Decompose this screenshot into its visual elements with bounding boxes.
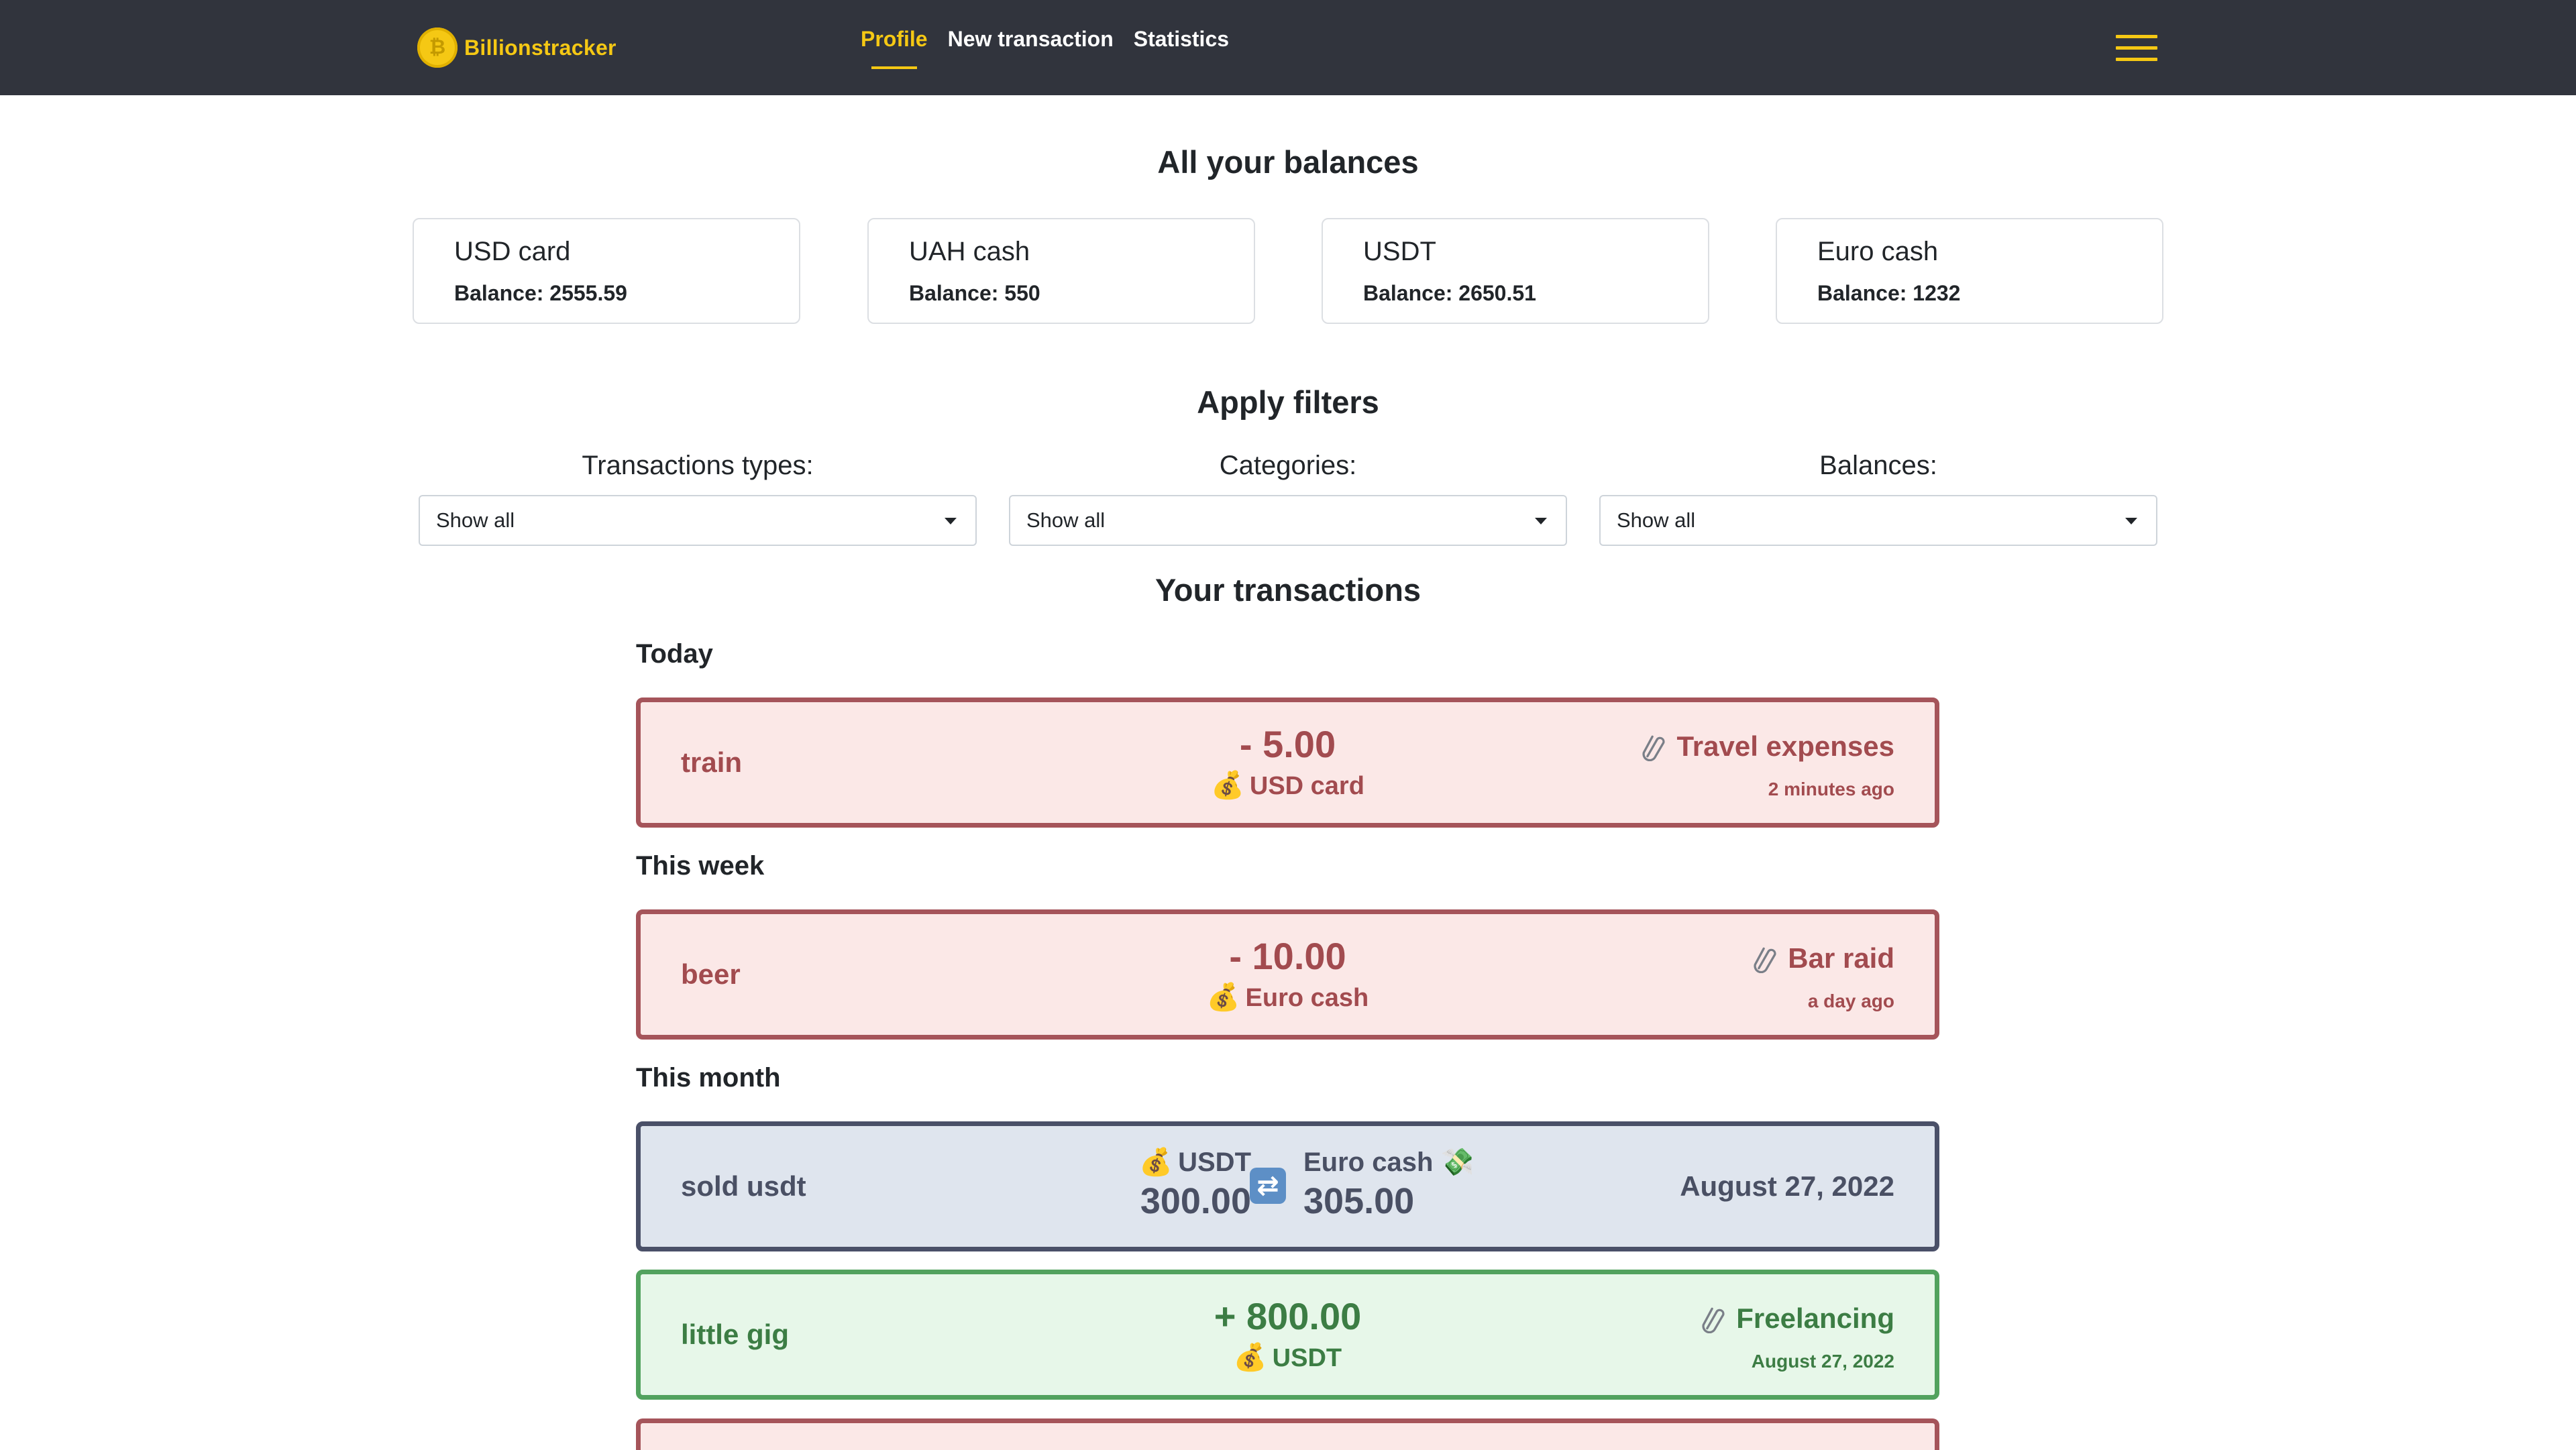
select-value: Show all [436,508,515,532]
balance-value: Balance: 2555.59 [454,281,627,305]
account-name: USDT [1272,1344,1342,1372]
filter-label: Balances: [1819,451,1937,480]
select-value: Show all [1026,508,1106,532]
balance-name: USD card [454,237,571,266]
to-account: Euro cash [1303,1148,1434,1177]
filter-label: Categories: [1219,451,1357,480]
exchange-to: Euro cash 💸 305.00 [1303,1146,1545,1222]
filter-categories: Categories: Show all [1009,451,1567,546]
money-bag-icon: 💰 [1211,771,1244,800]
categories-select[interactable]: Show all [1009,495,1567,546]
top-navbar: ₿ Billionstracker Profile New transactio… [0,0,2576,95]
balances-heading: All your balances [1157,144,1419,180]
balance-card-euro-cash[interactable]: Euro cash Balance: 1232 [1776,218,2163,324]
transaction-account: 💰 Euro cash [641,981,1935,1013]
transaction-account: 💰 USDT [641,1341,1935,1373]
paperclip-icon [1702,1307,1725,1333]
balance-name: Euro cash [1817,237,1939,266]
to-amount: 305.00 [1303,1181,1415,1221]
group-label-this-month: This month [636,1063,781,1093]
money-bag-icon: 💰 [1233,1343,1267,1372]
balance-name: UAH cash [909,237,1030,266]
balance-name: USDT [1363,237,1436,266]
transaction-card[interactable]: beer - 10.00 💰 Euro cash Bar raid a day a… [636,909,1939,1040]
select-value: Show all [1617,508,1696,532]
group-label-today: Today [636,639,713,669]
category-name: Freelancing [1736,1302,1894,1334]
transaction-category: Freelancing [1699,1302,1894,1335]
from-amount: 300.00 [1140,1181,1251,1221]
transaction-types-select[interactable]: Show all [419,495,977,546]
filter-balances: Balances: Show all [1599,451,2157,546]
nav-link-new-transaction[interactable]: New transaction [948,27,1114,56]
filters-heading: Apply filters [1197,384,1379,420]
group-label-this-week: This week [636,851,765,881]
category-name: Bar raid [1788,942,1894,974]
account-name: Euro cash [1245,984,1369,1012]
transaction-card-partial[interactable] [636,1418,1939,1450]
money-bag-icon: 💰 [1206,983,1240,1012]
paperclip-icon [1754,947,1776,973]
transaction-card[interactable]: little gig + 800.00 💰 USDT Freelancing Au… [636,1270,1939,1400]
transaction-category: Travel expenses [1639,730,1894,763]
category-name: Travel expenses [1676,730,1894,762]
money-with-wings-icon: 💸 [1440,1148,1474,1177]
balance-value: Balance: 1232 [1817,281,1961,305]
transaction-category: Bar raid [1750,942,1894,974]
paperclip-icon [1642,735,1665,761]
transaction-date: August 27, 2022 [1680,1170,1894,1202]
exchange-from: 💰 USDT 300.00 [1110,1146,1251,1222]
transaction-time: August 27, 2022 [1751,1351,1894,1372]
account-name: USD card [1249,772,1364,800]
filter-label: Transactions types: [582,451,814,480]
transaction-card-exchange[interactable]: sold usdt 💰 USDT 300.00 ⇄ Euro cash 💸 305… [636,1121,1939,1251]
nav-link-statistics[interactable]: Statistics [1134,27,1229,56]
balances-row: USD card Balance: 2555.59 UAH cash Balan… [413,218,2163,324]
swap-icon: ⇄ [1250,1168,1286,1204]
caret-down-icon [1535,518,1547,524]
balance-value: Balance: 2650.51 [1363,281,1536,305]
transaction-title: sold usdt [681,1170,806,1202]
filter-transaction-types: Transactions types: Show all [419,451,977,546]
transaction-card[interactable]: train - 5.00 💰 USD card Travel expenses 2… [636,698,1939,828]
balance-card-usd-card[interactable]: USD card Balance: 2555.59 [413,218,800,324]
hamburger-menu-icon[interactable] [2116,35,2157,63]
coin-icon: ₿ [417,27,458,68]
balance-value: Balance: 550 [909,281,1040,305]
transaction-account: 💰 USD card [641,769,1935,801]
transaction-time: 2 minutes ago [1768,779,1894,799]
nav-link-profile[interactable]: Profile [861,27,928,69]
caret-down-icon [945,518,957,524]
from-account: USDT [1178,1148,1251,1177]
transactions-heading: Your transactions [1155,572,1421,608]
balance-card-usdt[interactable]: USDT Balance: 2650.51 [1322,218,1709,324]
brand-link[interactable]: ₿ Billionstracker [417,27,616,68]
balance-card-uah-cash[interactable]: UAH cash Balance: 550 [867,218,1255,324]
caret-down-icon [2125,518,2137,524]
transaction-time: a day ago [1807,991,1894,1011]
transaction-amount: - 10.00 [1229,935,1346,977]
balances-select[interactable]: Show all [1599,495,2157,546]
money-bag-icon: 💰 [1139,1148,1173,1177]
brand-name: Billionstracker [464,35,616,60]
nav-links: Profile New transaction Statistics [861,27,1229,69]
